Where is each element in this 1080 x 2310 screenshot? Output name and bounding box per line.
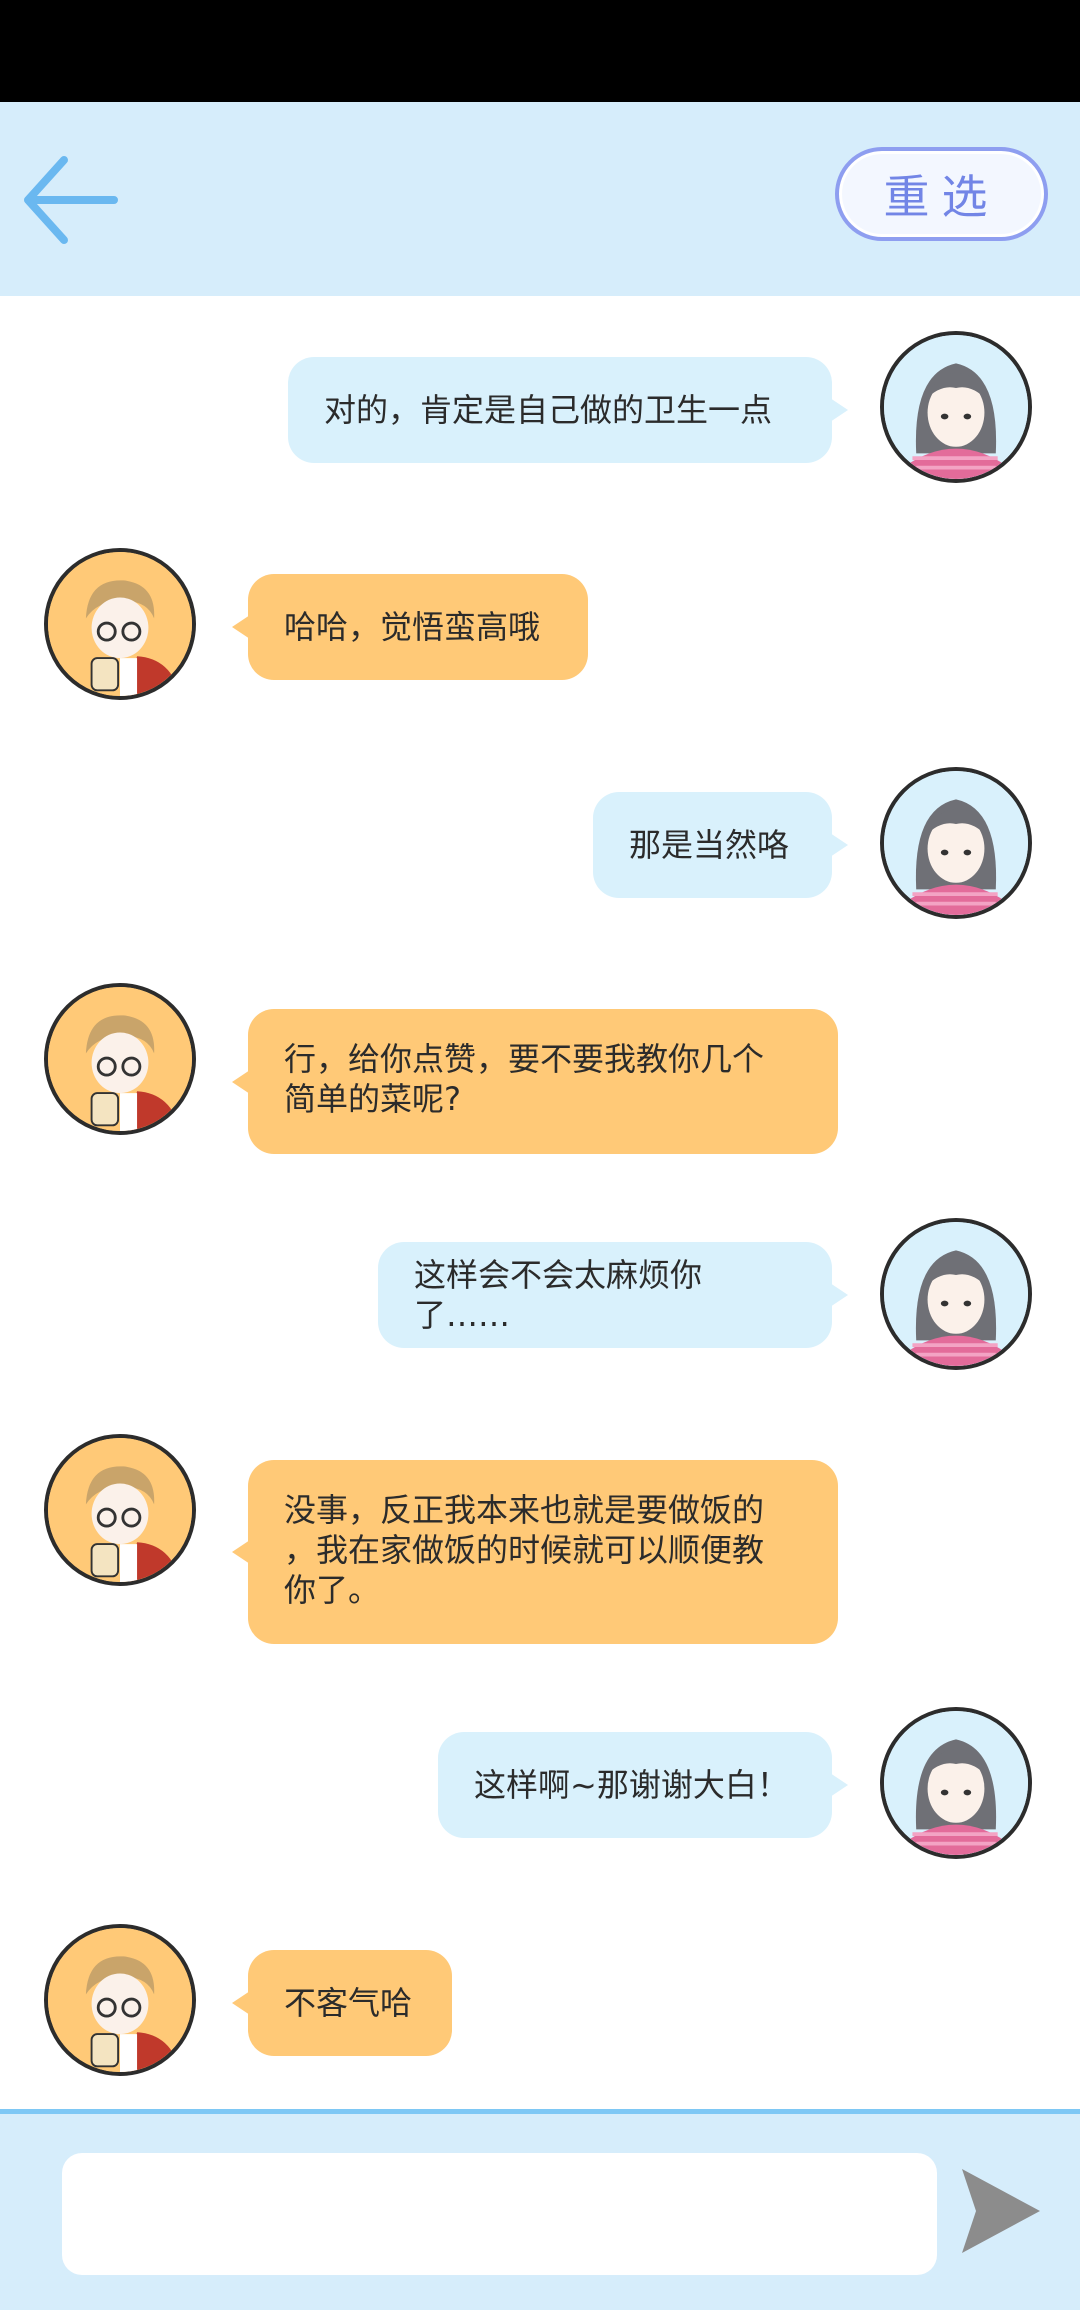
message-text: 这样啊~那谢谢大白！ xyxy=(474,1766,789,1804)
boy-portrait-icon xyxy=(48,987,192,1131)
arrow-left-icon xyxy=(24,156,118,244)
message-text-line: 你了。 xyxy=(284,1571,381,1609)
message-text-line: ，我在家做饭的时候就可以顺便教 xyxy=(284,1531,765,1569)
message-text-line: 没事，反正我本来也就是要做饭的 xyxy=(284,1491,765,1529)
girl-avatar[interactable] xyxy=(880,767,1032,919)
message-bubble-right: 这样会不会太麻烦你了…… xyxy=(378,1242,848,1348)
girl-portrait-icon xyxy=(884,335,1028,479)
reselect-button[interactable]: 重选 xyxy=(835,147,1048,241)
message-bubble-left: 行，给你点赞，要不要我教你几个 简单的菜呢? xyxy=(232,1009,838,1154)
message-bubble-right: 那是当然咯 xyxy=(593,792,848,898)
message-text-line: 行，给你点赞，要不要我教你几个 xyxy=(284,1040,765,1078)
girl-avatar[interactable] xyxy=(880,331,1032,483)
message-bubble-left: 没事，反正我本来也就是要做饭的 ，我在家做饭的时候就可以顺便教 你了。 xyxy=(232,1460,838,1644)
message-bubble-right: 对的，肯定是自己做的卫生一点 xyxy=(288,357,848,463)
girl-portrait-icon xyxy=(884,1711,1028,1855)
message-input[interactable] xyxy=(62,2153,937,2275)
boy-avatar[interactable] xyxy=(44,548,196,700)
status-bar xyxy=(0,0,1080,102)
message-text-line: 简单的菜呢? xyxy=(284,1080,461,1118)
send-arrow-icon xyxy=(962,2169,1040,2253)
message-text: 那是当然咯 xyxy=(629,826,790,864)
message-bubble-left: 不客气哈 xyxy=(232,1950,452,2056)
message-text: 这样会不会太麻烦你了…… xyxy=(414,1256,703,1334)
message-text: 对的，肯定是自己做的卫生一点 xyxy=(324,391,773,429)
boy-avatar[interactable] xyxy=(44,983,196,1135)
message-text: 不客气哈 xyxy=(284,1984,413,2022)
girl-avatar[interactable] xyxy=(880,1218,1032,1370)
boy-avatar[interactable] xyxy=(44,1434,196,1586)
boy-avatar[interactable] xyxy=(44,1924,196,2076)
boy-portrait-icon xyxy=(48,552,192,696)
message-bubble-left: 哈哈，觉悟蛮高哦 xyxy=(232,574,588,680)
reselect-label: 重选 xyxy=(883,170,1000,224)
girl-portrait-icon xyxy=(884,771,1028,915)
boy-portrait-icon xyxy=(48,1438,192,1582)
message-text: 哈哈，觉悟蛮高哦 xyxy=(284,608,541,646)
girl-avatar[interactable] xyxy=(880,1707,1032,1859)
message-bubble-right: 这样啊~那谢谢大白！ xyxy=(438,1732,848,1838)
girl-portrait-icon xyxy=(884,1222,1028,1366)
send-button[interactable] xyxy=(960,2165,1042,2257)
boy-portrait-icon xyxy=(48,1928,192,2072)
back-button[interactable] xyxy=(18,150,118,250)
